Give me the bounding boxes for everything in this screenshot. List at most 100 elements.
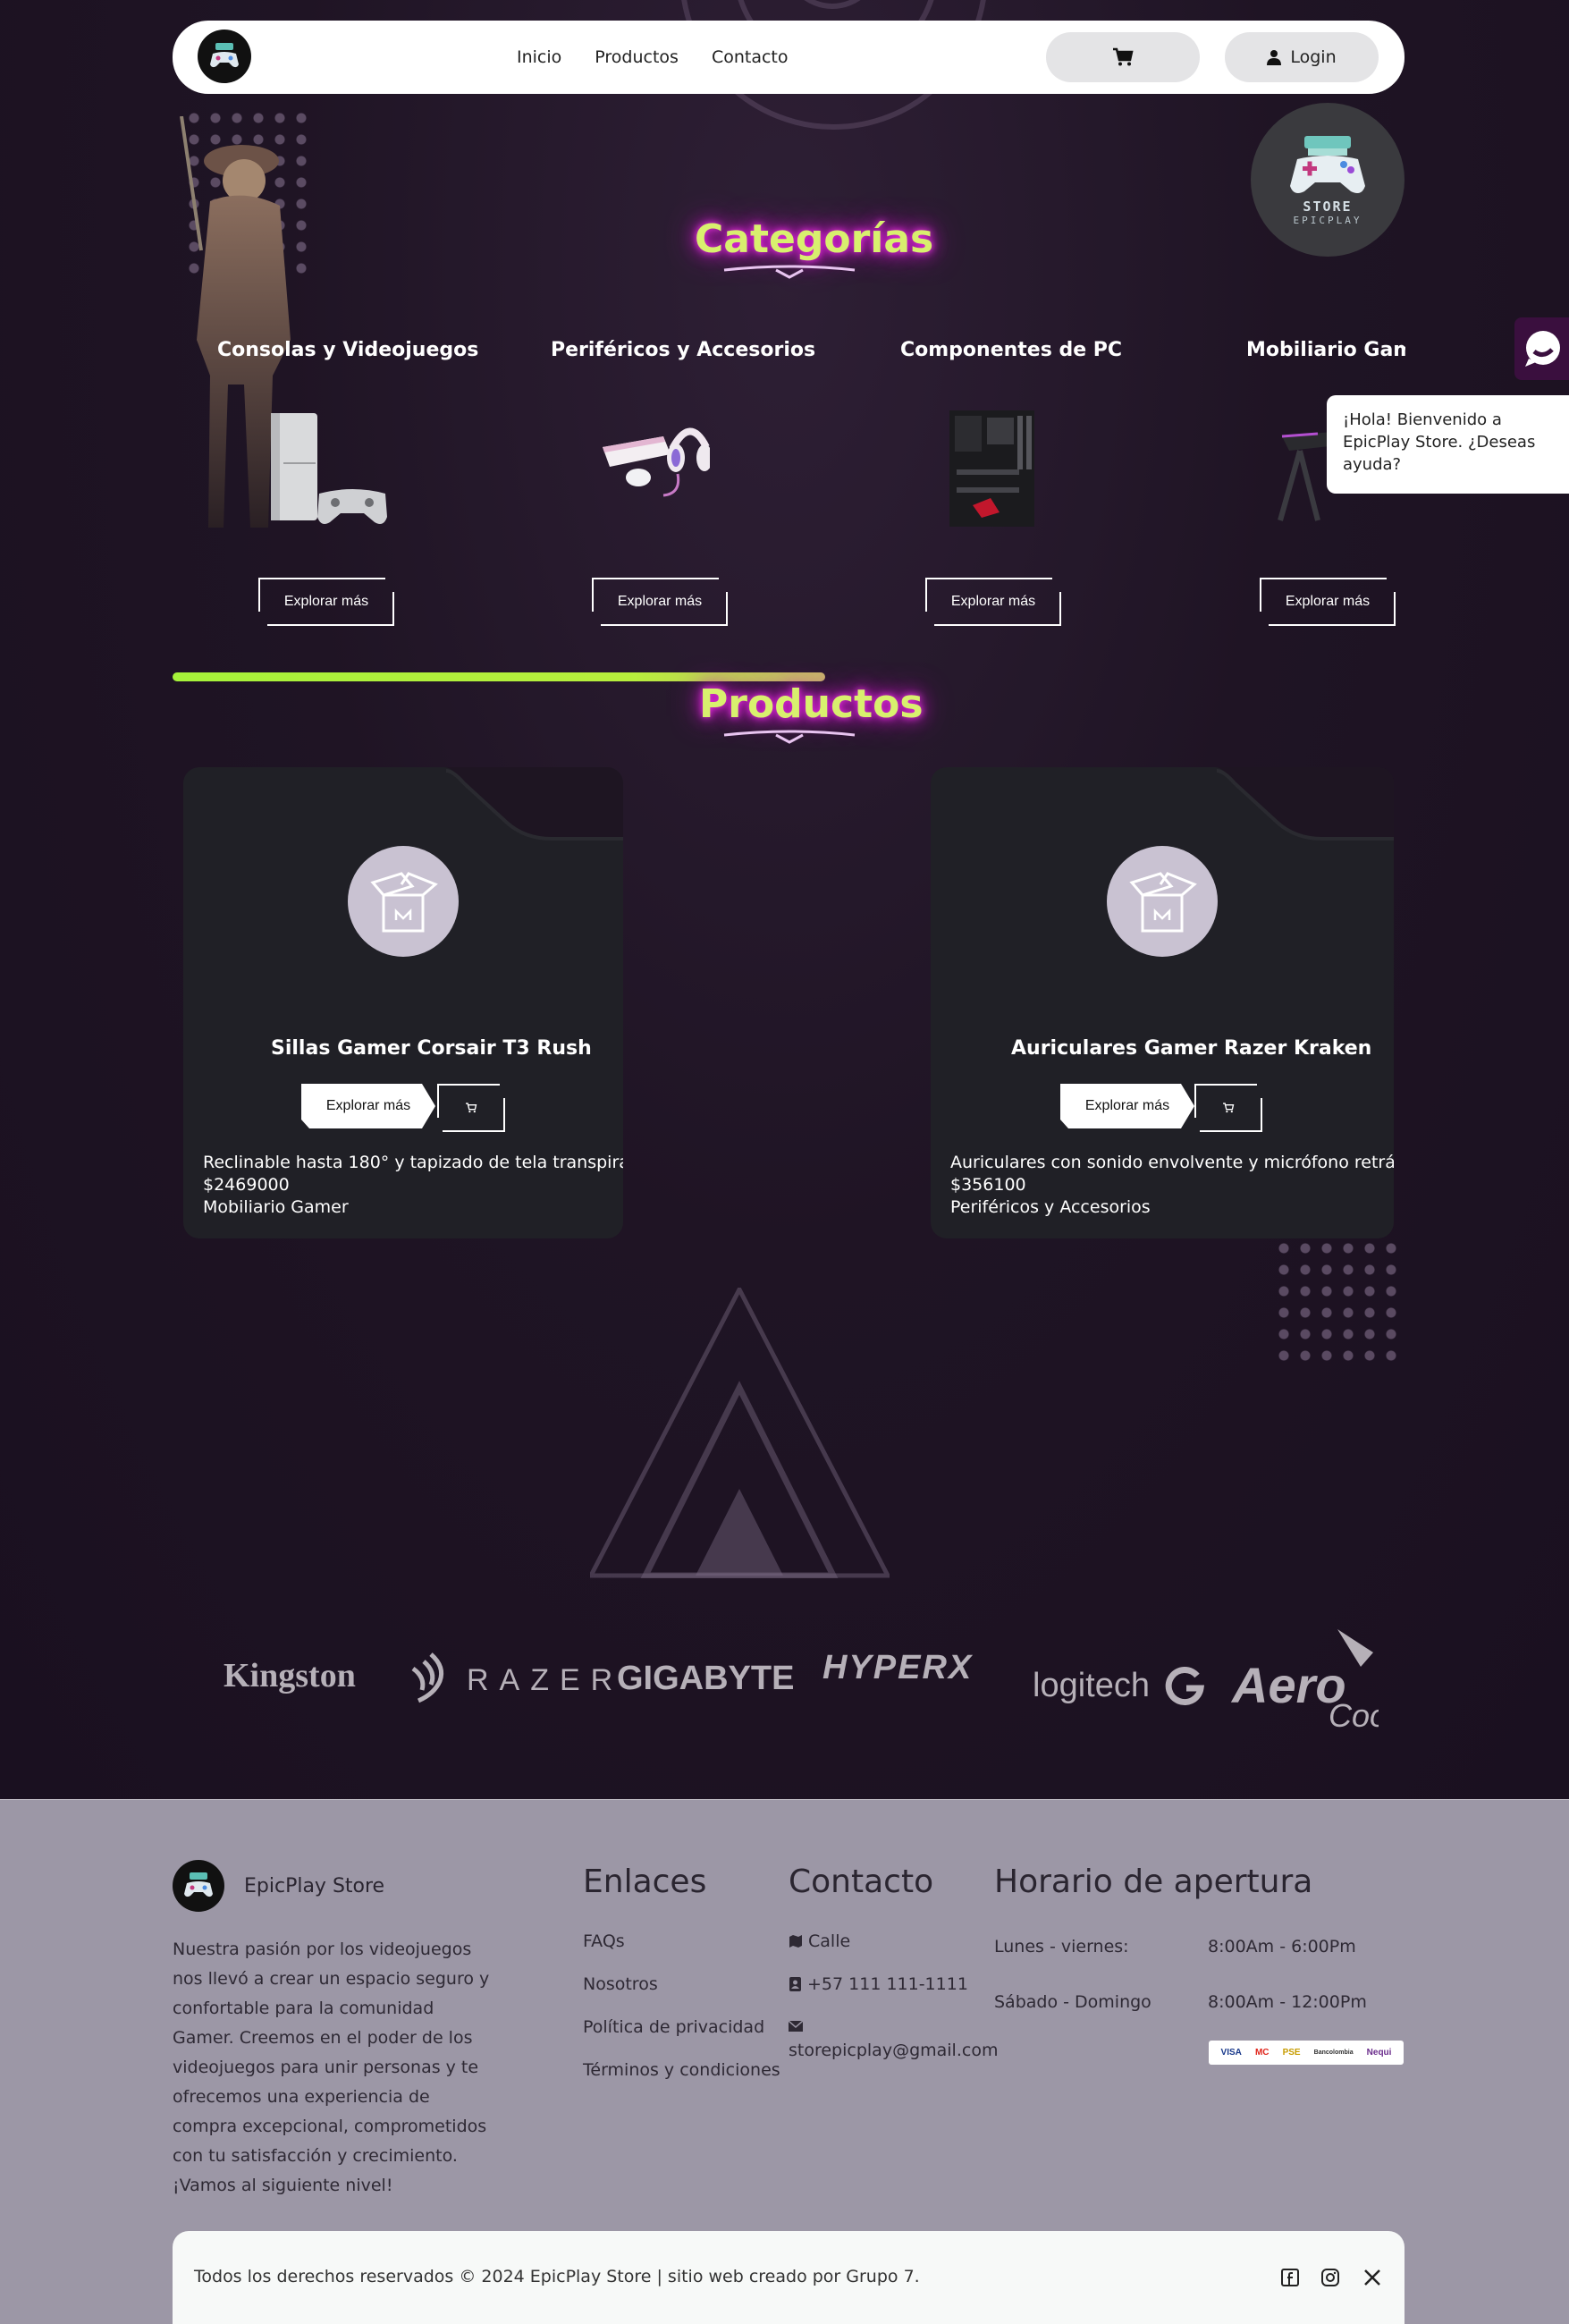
email-icon xyxy=(789,2021,803,2032)
decorative-triangles xyxy=(590,1288,890,1578)
product-description: Auriculares con sonido envolvente y micr… xyxy=(950,1153,1394,1172)
payment-pse: PSE xyxy=(1282,2048,1301,2058)
product-explore-button[interactable]: Explorar más xyxy=(301,1084,435,1128)
footer-contact-address: Calle xyxy=(789,1931,850,1951)
products-title: Productos xyxy=(699,681,924,727)
chat-toggle-button[interactable] xyxy=(1514,317,1569,380)
nav-link-productos[interactable]: Productos xyxy=(595,47,679,67)
category-title: Consolas y Videojuegos xyxy=(217,339,479,361)
brand-logo-aerocool-sub: Coo xyxy=(1329,1697,1379,1734)
motherboard-image xyxy=(949,410,1034,527)
chat-icon xyxy=(1524,331,1560,367)
login-button[interactable]: Login xyxy=(1225,32,1379,82)
card-notch xyxy=(444,767,623,841)
cart-icon xyxy=(1223,1103,1235,1113)
footer-hours-days: Lunes - viernes: xyxy=(994,1937,1129,1956)
footer-link-nosotros[interactable]: Nosotros xyxy=(583,1974,658,1994)
footer-link-privacy[interactable]: Política de privacidad xyxy=(583,2017,764,2037)
cart-icon xyxy=(1113,47,1134,66)
decorative-dots xyxy=(1273,1238,1402,1366)
category-title: Mobiliario Gamer xyxy=(1246,339,1405,361)
title-ornament xyxy=(723,265,856,279)
footer-contact-email[interactable]: storepicplay@gmail.com xyxy=(789,2041,998,2060)
footer-links-heading: Enlaces xyxy=(583,1863,707,1900)
product-explore-button[interactable]: Explorar más xyxy=(1060,1084,1194,1128)
store-badge-sublabel: EPICPLAY xyxy=(1293,214,1362,226)
cart-button[interactable] xyxy=(1046,32,1200,82)
product-name: Sillas Gamer Corsair T3 Rush xyxy=(271,1037,592,1060)
gaming-desk-image xyxy=(1278,432,1327,521)
footer-link-terms[interactable]: Términos y condiciones xyxy=(583,2060,780,2080)
category-explore-button[interactable]: Explorar más xyxy=(592,578,728,626)
payment-bancolombia: Bancolombia xyxy=(1313,2049,1354,2056)
user-icon xyxy=(1267,50,1282,65)
payment-nequi: Nequi xyxy=(1366,2048,1392,2058)
login-label: Login xyxy=(1290,47,1337,67)
product-card: Auriculares Gamer Razer Kraken Explorar … xyxy=(931,767,1394,1238)
logitech-g-icon xyxy=(1165,1667,1204,1705)
nav-link-contacto[interactable]: Contacto xyxy=(712,47,789,67)
console-image xyxy=(271,413,387,524)
product-price: $356100 xyxy=(950,1175,1026,1195)
category-title: Componentes de PC xyxy=(900,339,1123,361)
footer-hours-time: 8:00Am - 6:00Pm xyxy=(1208,1937,1356,1956)
brand-logo-gigabyte: GIGABYTE xyxy=(617,1660,795,1697)
footer-contact-phone: +57 111 111-1111 xyxy=(789,1974,968,1994)
store-badge: STORE EPICPLAY xyxy=(1251,103,1405,257)
box-icon xyxy=(370,872,438,933)
product-image-placeholder xyxy=(348,846,459,957)
categories-title: Categorías xyxy=(695,216,934,262)
brand-logo-logitech: logitech xyxy=(1033,1667,1150,1704)
instagram-link[interactable] xyxy=(1320,2267,1341,2288)
footer-about-text: Nuestra pasión por los videojuegos nos l… xyxy=(173,1939,490,2195)
footer-hours-days: Sábado - Domingo xyxy=(994,1992,1151,2012)
product-card: Sillas Gamer Corsair T3 Rush Explorar má… xyxy=(183,767,623,1238)
add-to-cart-button[interactable] xyxy=(1194,1084,1262,1132)
x-twitter-link[interactable] xyxy=(1362,2267,1383,2288)
gamepad-store-icon xyxy=(184,1872,213,1897)
brand-logo-kingston: Kingston xyxy=(224,1657,356,1694)
add-to-cart-button[interactable] xyxy=(437,1084,505,1132)
facebook-icon xyxy=(1281,2269,1299,2286)
copyright-bar: Todos los derechos reservados © 2024 Epi… xyxy=(173,2231,1405,2324)
box-icon xyxy=(1129,872,1197,933)
category-explore-button[interactable]: Explorar más xyxy=(1260,578,1396,626)
chat-welcome-message: ¡Hola! Bienvenido a EpicPlay Store. ¿Des… xyxy=(1327,395,1569,494)
copyright-text: Todos los derechos reservados © 2024 Epi… xyxy=(194,2267,920,2286)
footer-link-faqs[interactable]: FAQs xyxy=(583,1931,625,1951)
product-category: Mobiliario Gamer xyxy=(203,1197,349,1217)
razer-snake-icon xyxy=(411,1652,444,1703)
footer-brand-name: EpicPlay Store xyxy=(244,1875,385,1897)
category-explore-button[interactable]: Explorar más xyxy=(258,578,394,626)
navbar: Inicio Productos Contacto Login xyxy=(173,21,1405,94)
footer-logo[interactable] xyxy=(173,1860,224,1912)
footer-contact-heading: Contacto xyxy=(789,1863,934,1900)
category-explore-button[interactable]: Explorar más xyxy=(925,578,1061,626)
title-ornament xyxy=(723,730,856,744)
footer-hours-heading: Horario de apertura xyxy=(994,1863,1313,1900)
store-badge-label: STORE xyxy=(1303,198,1353,215)
instagram-icon xyxy=(1321,2269,1339,2286)
nav-link-inicio[interactable]: Inicio xyxy=(517,47,561,67)
category-title: Periféricos y Accesorios xyxy=(551,339,816,361)
card-notch xyxy=(1215,767,1394,841)
carousel-progress-bar xyxy=(173,672,826,681)
payment-mastercard: MC xyxy=(1254,2048,1270,2058)
cart-icon xyxy=(466,1103,477,1113)
phone-book-icon xyxy=(789,1977,801,1991)
x-icon xyxy=(1364,2269,1380,2286)
brand-logo-razer: RAZER xyxy=(467,1663,624,1697)
product-name: Auriculares Gamer Razer Kraken xyxy=(1011,1037,1372,1060)
gamepad-store-icon xyxy=(1290,135,1365,193)
peripherals-image xyxy=(603,427,710,497)
payment-methods: VISA MC PSE Bancolombia Nequi xyxy=(1209,2041,1404,2065)
gamepad-store-icon xyxy=(210,43,239,68)
map-icon xyxy=(789,1935,802,1948)
nav-links: Inicio Productos Contacto xyxy=(517,21,789,94)
logo[interactable] xyxy=(198,30,251,83)
product-price: $2469000 xyxy=(203,1175,290,1195)
brand-logo-hyperx: HYPERX xyxy=(822,1649,974,1686)
payment-visa: VISA xyxy=(1220,2048,1242,2058)
product-category: Periféricos y Accesorios xyxy=(950,1197,1151,1217)
facebook-link[interactable] xyxy=(1279,2267,1301,2288)
